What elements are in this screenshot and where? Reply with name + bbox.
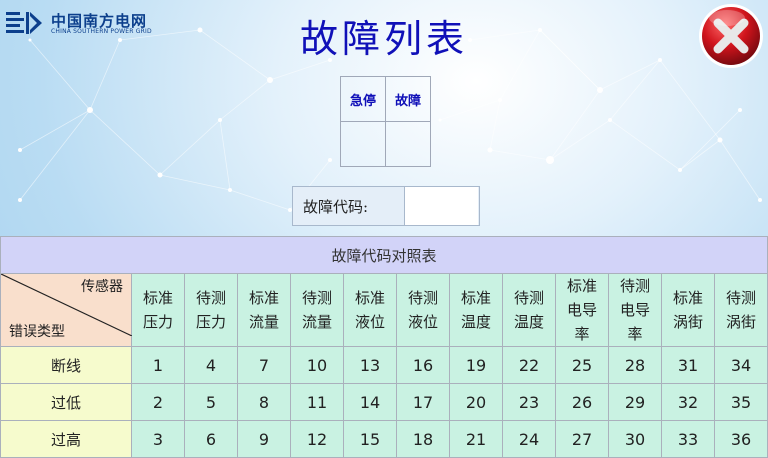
sensor-column-header-line: 压力 bbox=[195, 313, 226, 331]
sensor-column-header: 待测 液位 bbox=[396, 273, 450, 347]
fault-code-input[interactable] bbox=[404, 187, 478, 225]
fault-code-cell: 29 bbox=[608, 383, 662, 421]
close-button[interactable] bbox=[697, 2, 765, 70]
reference-table-header-row: 传感器 错误类型 标准 压力 待测 压力 标准 流量 待测 流量 标准 液位 待测 液位 标准 温度 待测温… bbox=[0, 273, 768, 347]
sensor-column-header: 标准 电导率 bbox=[555, 273, 609, 347]
fault-code-cell: 16 bbox=[396, 346, 450, 384]
sensor-column-header-line: 标准 bbox=[460, 289, 491, 307]
sensor-column-header-line: 率 bbox=[627, 325, 643, 343]
sensor-column-header-line: 流量 bbox=[248, 313, 279, 331]
sensor-column-header-line: 液位 bbox=[407, 313, 438, 331]
fault-code-cell: 1 bbox=[131, 346, 185, 384]
sensor-column-header-line: 涡街 bbox=[725, 313, 756, 331]
fault-code-cell: 13 bbox=[343, 346, 397, 384]
sensor-column-header: 标准 流量 bbox=[237, 273, 291, 347]
corner-label-sensor: 传感器 bbox=[81, 279, 123, 295]
status-indicator-table: 急停 故障 bbox=[340, 76, 431, 167]
fault-code-cell: 10 bbox=[290, 346, 344, 384]
fault-code-box: 故障代码: bbox=[292, 186, 480, 226]
sensor-column-header-line: 标准 bbox=[672, 289, 703, 307]
fault-header: 故障 bbox=[385, 76, 431, 122]
fault-code-cell: 17 bbox=[396, 383, 450, 421]
sensor-column-header-line: 温度 bbox=[513, 313, 544, 331]
fault-indicator bbox=[385, 121, 431, 167]
sensor-column-header: 标准 液位 bbox=[343, 273, 397, 347]
fault-code-cell: 28 bbox=[608, 346, 662, 384]
table-corner-cell: 传感器 错误类型 bbox=[0, 273, 132, 347]
sensor-column-header-line: 电导 bbox=[619, 301, 650, 319]
emergency-stop-header: 急停 bbox=[340, 76, 386, 122]
sensor-column-header-line: 标准 bbox=[566, 277, 597, 295]
fault-code-cell: 8 bbox=[237, 383, 291, 421]
sensor-column-header: 待测 温度 bbox=[502, 273, 556, 347]
sensor-column-header-line: 标准 bbox=[142, 289, 173, 307]
fault-code-cell: 23 bbox=[502, 383, 556, 421]
page-title: 故障列表 bbox=[299, 17, 468, 61]
fault-code-label: 故障代码: bbox=[303, 198, 369, 216]
fault-code-reference-table: 故障代码对照表 传感器 错误类型 标准 压力 待测 压力 标准 流量 待测 流量 标准 液位 待测液… bbox=[0, 236, 768, 458]
table-row: 断线 1 4 7 10 13 16 19 22 25 28 31 34 bbox=[0, 346, 768, 384]
fault-code-cell: 22 bbox=[502, 346, 556, 384]
sensor-column-header-line: 待测 bbox=[725, 289, 756, 307]
sensor-column-header: 标准 温度 bbox=[449, 273, 503, 347]
fault-code-cell: 20 bbox=[449, 383, 503, 421]
sensor-column-header-line: 电导 bbox=[566, 301, 597, 319]
reference-table-caption: 故障代码对照表 bbox=[0, 236, 768, 274]
sensor-column-header-line: 待测 bbox=[301, 289, 332, 307]
fault-code-cell: 26 bbox=[555, 383, 609, 421]
table-row: 过低 2 5 8 11 14 17 20 23 26 29 32 35 bbox=[0, 383, 768, 421]
error-type-label: 断线 bbox=[0, 346, 132, 384]
fault-code-cell: 5 bbox=[184, 383, 238, 421]
fault-code-cell: 14 bbox=[343, 383, 397, 421]
sensor-column-header-line: 流量 bbox=[301, 313, 332, 331]
sensor-column-header-line: 待测 bbox=[195, 289, 226, 307]
sensor-column-header-line: 待测 bbox=[407, 289, 438, 307]
sensor-column-header-line: 液位 bbox=[354, 313, 385, 331]
fault-code-cell: 19 bbox=[449, 346, 503, 384]
fault-code-cell: 31 bbox=[661, 346, 715, 384]
sensor-column-header-line: 温度 bbox=[460, 313, 491, 331]
sensor-column-header: 标准 压力 bbox=[131, 273, 185, 347]
sensor-column-header: 待测 流量 bbox=[290, 273, 344, 347]
fault-code-cell: 4 bbox=[184, 346, 238, 384]
corner-label-error-type: 错误类型 bbox=[9, 324, 65, 340]
sensor-column-header: 待测 电导率 bbox=[608, 273, 662, 347]
sensor-column-header-line: 率 bbox=[574, 325, 590, 343]
fault-code-cell: 25 bbox=[555, 346, 609, 384]
fault-code-cell: 34 bbox=[714, 346, 768, 384]
sensor-column-header-line: 涡街 bbox=[672, 313, 703, 331]
sensor-column-header-line: 待测 bbox=[619, 277, 650, 295]
error-type-label: 过低 bbox=[0, 383, 132, 421]
fault-code-cell: 7 bbox=[237, 346, 291, 384]
sensor-column-header: 待测 涡街 bbox=[714, 273, 768, 347]
emergency-stop-indicator bbox=[340, 121, 386, 167]
sensor-column-header: 标准 涡街 bbox=[661, 273, 715, 347]
fault-code-cell: 32 bbox=[661, 383, 715, 421]
sensor-column-header-line: 压力 bbox=[142, 313, 173, 331]
sensor-column-header-line: 标准 bbox=[248, 289, 279, 307]
sensor-column-header-line: 待测 bbox=[513, 289, 544, 307]
fault-code-cell: 2 bbox=[131, 383, 185, 421]
fault-code-cell: 35 bbox=[714, 383, 768, 421]
fault-code-cell: 11 bbox=[290, 383, 344, 421]
sensor-column-header: 待测 压力 bbox=[184, 273, 238, 347]
sensor-column-header-line: 标准 bbox=[354, 289, 385, 307]
